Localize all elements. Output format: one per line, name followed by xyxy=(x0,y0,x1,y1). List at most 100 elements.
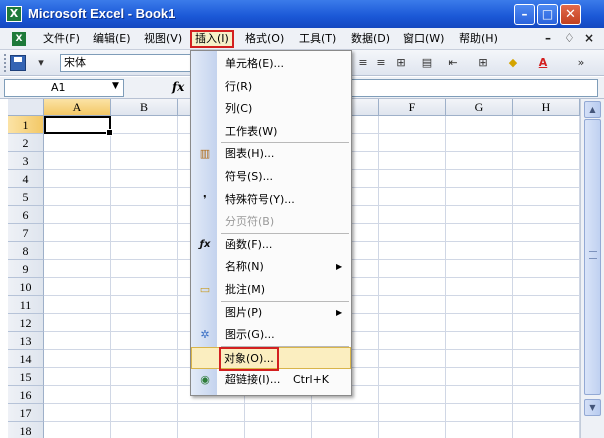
insert-menu-label: 特殊符号(Y)... xyxy=(225,192,295,206)
row-header-17[interactable]: 17 xyxy=(8,404,44,422)
row-header-1[interactable]: 1 xyxy=(8,116,44,134)
column-header-g[interactable]: G xyxy=(446,99,513,116)
maximize-button[interactable]: □ xyxy=(537,4,558,25)
toolbar-grip[interactable] xyxy=(4,54,7,72)
row-header-9[interactable]: 9 xyxy=(8,260,44,278)
menu-data[interactable]: 数据(D) xyxy=(348,30,393,48)
chevron-down-icon[interactable]: ▼ xyxy=(112,81,119,91)
row-header-12[interactable]: 12 xyxy=(8,314,44,332)
vertical-scrollbar[interactable]: ▲ ▼ xyxy=(580,99,604,438)
insert-menu-item-3[interactable]: 工作表(W) xyxy=(191,121,351,143)
select-all-corner[interactable] xyxy=(8,99,44,116)
close-button[interactable]: ✕ xyxy=(560,4,581,25)
insert-menu-item-14[interactable]: ◉ 超链接(I)... Ctrl+K xyxy=(191,369,351,391)
minimize-button[interactable]: – xyxy=(514,4,535,25)
insert-menu-item-1[interactable]: 行(R) xyxy=(191,76,351,98)
chart-icon: ▥ xyxy=(199,147,211,161)
insert-menu-item-0[interactable]: 单元格(E)... xyxy=(191,53,351,75)
name-box[interactable]: A1 xyxy=(4,79,124,97)
scroll-thumb[interactable] xyxy=(584,119,601,395)
insert-menu-dropdown: 单元格(E)... 行(R) 列(C) 工作表(W) ▥ 图表(H)... 符号(S)...… xyxy=(190,50,352,396)
borders-icon[interactable]: ⊞ xyxy=(476,56,490,70)
row-header-16[interactable]: 16 xyxy=(8,386,44,404)
currency-icon[interactable]: ▤ xyxy=(420,56,434,70)
menu-edit[interactable]: 编辑(E) xyxy=(90,30,134,48)
insert-menu-label: 图片(P) xyxy=(225,305,263,319)
insert-menu-label: 批注(M) xyxy=(225,283,266,296)
row-header-2[interactable]: 2 xyxy=(8,134,44,152)
insert-menu-label: 单元格(E)... xyxy=(225,57,285,70)
insert-menu-label: 超链接(I)... xyxy=(225,373,281,387)
title-bar: X Microsoft Excel - Book1 – □ ✕ xyxy=(0,0,604,28)
font-color-icon[interactable]: A xyxy=(536,56,550,70)
insert-menu-item-6[interactable]: ❜ 特殊符号(Y)... xyxy=(191,189,351,211)
diagram-icon: ✲ xyxy=(200,328,210,342)
column-header-a[interactable]: A xyxy=(44,99,111,116)
insert-menu-item-11[interactable]: 图片(P) ▶ xyxy=(191,302,351,324)
merge-center-icon[interactable]: ⊞ xyxy=(394,56,408,70)
insert-menu-item-4[interactable]: ▥ 图表(H)... xyxy=(191,143,351,165)
row-header-11[interactable]: 11 xyxy=(8,296,44,314)
function-icon: ƒx xyxy=(199,238,211,250)
submenu-arrow-icon: ▶ xyxy=(336,307,343,317)
insert-menu-label: 图表(H)... xyxy=(225,147,275,161)
insert-menu-item-10[interactable]: ▭ 批注(M) xyxy=(191,279,351,301)
align-right-icon[interactable]: ≡ xyxy=(374,56,388,70)
insert-menu-item-7: 分页符(B) xyxy=(191,211,351,233)
indent-icon[interactable]: ⇤ xyxy=(446,56,460,70)
excel-app-icon: X xyxy=(6,6,22,22)
row-header-13[interactable]: 13 xyxy=(8,332,44,350)
insert-menu-item-12[interactable]: ✲ 图示(G)... xyxy=(191,324,351,346)
comma-icon: ❜ xyxy=(203,192,207,206)
insert-menu-item-9[interactable]: 名称(N) ▶ xyxy=(191,256,351,278)
menu-view[interactable]: 视图(V) xyxy=(141,30,185,48)
font-name-box[interactable]: 宋体 xyxy=(60,54,192,72)
row-header-15[interactable]: 15 xyxy=(8,368,44,386)
row-header-14[interactable]: 14 xyxy=(8,350,44,368)
insert-menu-label: 分页符(B) xyxy=(225,215,275,229)
menu-help[interactable]: 帮助(H) xyxy=(456,30,501,48)
formula-input[interactable] xyxy=(350,79,598,97)
doc-minimize-button[interactable]: – xyxy=(545,31,551,45)
insert-menu-label: 函数(F)... xyxy=(225,237,273,251)
fill-color-icon[interactable]: ◆ xyxy=(506,56,520,70)
insert-menu-item-2[interactable]: 列(C) xyxy=(191,98,351,120)
row-header-5[interactable]: 5 xyxy=(8,188,44,206)
insert-menu-label: 符号(S)... xyxy=(225,170,274,183)
insert-menu-label: 行(R) xyxy=(225,79,253,93)
scroll-up-icon[interactable]: ▲ xyxy=(584,101,601,118)
hyperlink-icon: ◉ xyxy=(200,373,210,387)
insert-function-icon[interactable]: fx xyxy=(172,80,184,94)
menu-bar: X 文件(F) 编辑(E) 视图(V) 插入(I) 格式(O) 工具(T) 数据… xyxy=(0,28,604,50)
menu-insert[interactable]: 插入(I) xyxy=(190,30,234,48)
row-header-7[interactable]: 7 xyxy=(8,224,44,242)
menu-file[interactable]: 文件(F) xyxy=(40,30,83,48)
insert-menu-item-5[interactable]: 符号(S)... xyxy=(191,166,351,188)
row-header-18[interactable]: 18 xyxy=(8,422,44,438)
insert-menu-item-8[interactable]: ƒx 函数(F)... xyxy=(191,234,351,256)
save-icon[interactable] xyxy=(10,55,26,71)
row-header-6[interactable]: 6 xyxy=(8,206,44,224)
menu-window[interactable]: 窗口(W) xyxy=(400,30,447,48)
align-center-icon[interactable]: ≡ xyxy=(356,56,370,70)
row-header-8[interactable]: 8 xyxy=(8,242,44,260)
row-header-4[interactable]: 4 xyxy=(8,170,44,188)
toolbar-overflow-icon[interactable]: » xyxy=(574,56,588,70)
doc-close-button[interactable]: × xyxy=(584,31,594,45)
row-header-10[interactable]: 10 xyxy=(8,278,44,296)
workbook-icon[interactable]: X xyxy=(12,32,26,46)
insert-menu-label: 名称(N) xyxy=(225,260,264,274)
column-header-b[interactable]: B xyxy=(111,99,178,116)
row-header-3[interactable]: 3 xyxy=(8,152,44,170)
active-cell-a1[interactable] xyxy=(44,116,113,136)
grip-icon xyxy=(589,251,597,259)
column-header-h[interactable]: H xyxy=(513,99,580,116)
insert-menu-label: 列(C) xyxy=(225,102,253,116)
insert-menu-item-13[interactable]: 对象(O)... xyxy=(191,346,351,371)
menu-tools[interactable]: 工具(T) xyxy=(296,30,339,48)
scroll-down-icon[interactable]: ▼ xyxy=(584,399,601,416)
toolbar-options-icon[interactable]: ▾ xyxy=(34,56,48,70)
menu-format[interactable]: 格式(O) xyxy=(242,30,287,48)
column-header-f[interactable]: F xyxy=(379,99,446,116)
doc-restore-button[interactable]: ♢ xyxy=(564,31,575,45)
